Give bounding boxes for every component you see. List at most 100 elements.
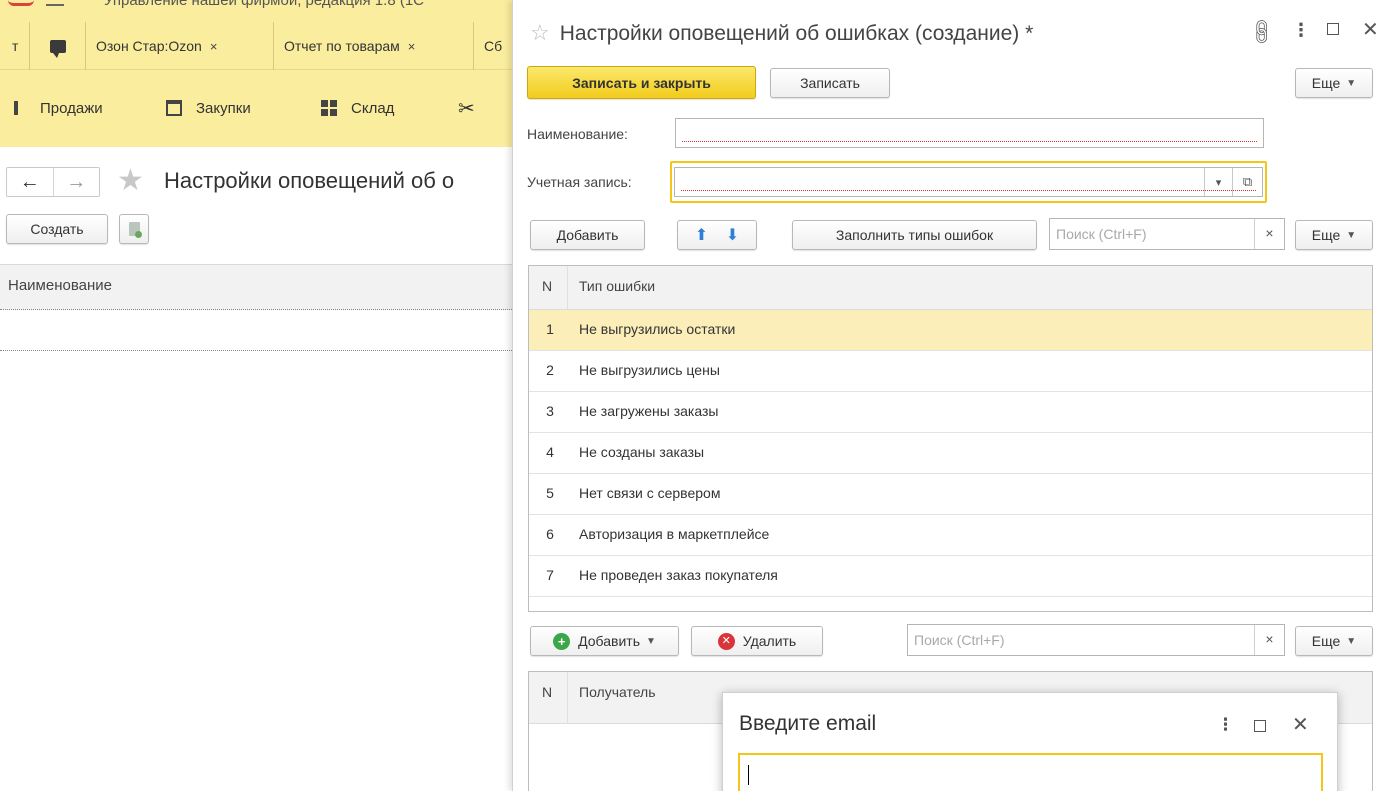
app-title: Управление нашей фирмой, редакция 1.8 (1… (104, 0, 424, 9)
more-actions-icon[interactable]: ⋮ (1217, 715, 1234, 735)
save-and-close-button[interactable]: Записать и закрыть (527, 66, 756, 99)
move-up-icon[interactable]: ⬆ (695, 225, 708, 245)
close-tab-icon[interactable]: × (408, 39, 416, 54)
background-app-window: Управление нашей фирмой, редакция 1.8 (1… (0, 0, 512, 791)
chevron-down-icon: ▼ (645, 635, 656, 647)
tab-partial[interactable]: т (0, 22, 30, 70)
error-types-more-button[interactable]: Еще ▼ (1295, 220, 1373, 250)
chevron-down-icon: ▼ (1346, 635, 1357, 647)
clear-search-icon[interactable]: × (1254, 625, 1284, 655)
close-tab-icon[interactable]: × (210, 39, 218, 54)
delete-icon: ✕ (717, 632, 735, 650)
close-icon[interactable]: ✕ (1362, 17, 1379, 42)
dropdown-arrow-icon[interactable]: ▾ (1204, 168, 1232, 196)
row-number: 6 (546, 526, 554, 542)
move-down-icon[interactable]: ⬇ (726, 225, 739, 245)
chat-icon (49, 39, 66, 58)
open-icon[interactable]: ⧉ (1232, 168, 1262, 196)
add-recipient-button[interactable]: + Добавить ▼ (530, 626, 679, 656)
error-types-table: N Тип ошибки 1 Не выгрузились остатки 2 … (528, 265, 1373, 612)
form-title-bar: ☆ Настройки оповещений об ошибках (создан… (530, 20, 1033, 46)
error-type-cell: Не созданы заказы (579, 444, 705, 460)
name-label: Наименование: (527, 126, 628, 142)
more-label: Еще (1311, 75, 1341, 91)
table-row[interactable]: 1 Не выгрузились остатки (529, 310, 1372, 351)
table-row[interactable]: 2 Не выгрузились цены (529, 351, 1372, 392)
column-header-error-type[interactable]: Тип ошибки (579, 278, 655, 294)
move-buttons: ⬆ ⬇ (677, 220, 757, 250)
table-row[interactable]: 7 Не проведен заказ покупателя (529, 556, 1372, 597)
chevron-down-icon: ▼ (1346, 77, 1357, 89)
close-icon[interactable]: ✕ (1292, 712, 1309, 737)
tab-discussions[interactable] (30, 22, 86, 70)
link-icon[interactable]: 🔗︎ (1245, 15, 1279, 49)
column-header-n[interactable]: N (529, 278, 565, 294)
save-button[interactable]: Записать (770, 68, 890, 98)
account-label: Учетная запись: (527, 174, 632, 190)
add-icon: + (553, 632, 571, 650)
section-sales[interactable]: Продажи (14, 95, 103, 121)
history-navigation: ← → (6, 167, 100, 197)
bg-list-row[interactable] (0, 350, 512, 351)
column-divider (567, 266, 568, 309)
delete-recipient-button[interactable]: ✕ Удалить (691, 626, 823, 656)
tab-label: Сб (484, 38, 503, 54)
section-label: Склад (351, 99, 395, 117)
text-cursor (748, 765, 749, 785)
error-types-search-input[interactable]: Поиск (Ctrl+F) × (1049, 218, 1285, 250)
sections-panel: Продажи Закупки Склад ✂ (0, 70, 512, 147)
email-field[interactable] (738, 753, 1323, 791)
copy-button[interactable] (119, 214, 149, 244)
row-number: 2 (546, 362, 554, 378)
column-header-recipient[interactable]: Получатель (579, 684, 656, 700)
table-row[interactable]: 6 Авторизация в маркетплейсе (529, 515, 1372, 556)
favorite-star-icon[interactable]: ☆ (530, 20, 550, 45)
tab-ozon-start[interactable]: Озон Стар:Ozon × (86, 22, 274, 70)
tab-partial-label: т (12, 38, 19, 54)
error-type-cell: Не загружены заказы (579, 403, 719, 419)
table-row[interactable]: 4 Не созданы заказы (529, 433, 1372, 474)
create-button[interactable]: Создать (6, 214, 108, 244)
search-placeholder: Поиск (Ctrl+F) (1056, 226, 1147, 242)
row-number: 1 (546, 321, 554, 337)
clear-search-icon[interactable]: × (1254, 219, 1284, 249)
section-service[interactable]: ✂ (458, 95, 475, 121)
notification-settings-form: ☆ Настройки оповещений об ошибках (создан… (512, 0, 1387, 791)
table-row[interactable]: 5 Нет связи с сервером (529, 474, 1372, 515)
tab-partial-right[interactable]: Сб (474, 22, 512, 70)
more-button[interactable]: Еще ▼ (1295, 68, 1373, 98)
maximize-icon[interactable] (1254, 720, 1266, 732)
more-actions-icon[interactable]: ⋮ (1292, 20, 1310, 41)
delete-label: Удалить (742, 633, 797, 649)
form-title: Настройки оповещений об ошибках (создани… (559, 22, 1034, 45)
back-arrow-icon[interactable]: ← (7, 168, 53, 196)
bg-navigation-bar: ← → ★ Настройки оповещений об о (0, 158, 512, 202)
table-row[interactable]: 3 Не загружены заказы (529, 392, 1372, 433)
column-divider (567, 672, 568, 723)
column-header-n[interactable]: N (529, 684, 565, 700)
name-field[interactable] (675, 118, 1264, 148)
error-type-cell: Не выгрузились цены (579, 362, 720, 378)
open-windows-tab-bar: т Озон Стар:Ozon × Отчет по товарам × Сб (0, 22, 512, 70)
tab-label: Озон Стар:Ozon (96, 38, 202, 54)
maximize-icon[interactable] (1327, 23, 1339, 35)
error-type-cell: Не проведен заказ покупателя (579, 567, 778, 583)
main-menu-icon[interactable] (46, 2, 64, 6)
column-header-name[interactable]: Наименование (8, 277, 112, 294)
favorite-star-icon[interactable]: ★ (117, 165, 144, 197)
error-type-cell: Не выгрузились остатки (579, 321, 736, 337)
forward-arrow-icon[interactable]: → (52, 168, 100, 196)
fill-error-types-button[interactable]: Заполнить типы ошибок (792, 220, 1037, 250)
add-error-type-button[interactable]: Добавить (530, 220, 645, 250)
recipients-more-button[interactable]: Еще ▼ (1295, 626, 1373, 656)
chevron-down-icon: ▼ (1346, 229, 1357, 241)
account-field[interactable]: ▾ ⧉ (674, 167, 1263, 197)
section-label: Продажи (40, 99, 103, 117)
section-purchases[interactable]: Закупки (166, 95, 251, 121)
app-title-bar: Управление нашей фирмой, редакция 1.8 (1… (0, 0, 512, 22)
bg-list-header: Наименование (0, 264, 512, 310)
section-warehouse[interactable]: Склад (321, 95, 394, 121)
recipients-search-input[interactable]: Поиск (Ctrl+F) × (907, 624, 1285, 656)
tab-goods-report[interactable]: Отчет по товарам × (274, 22, 474, 70)
more-label: Еще (1311, 227, 1341, 243)
